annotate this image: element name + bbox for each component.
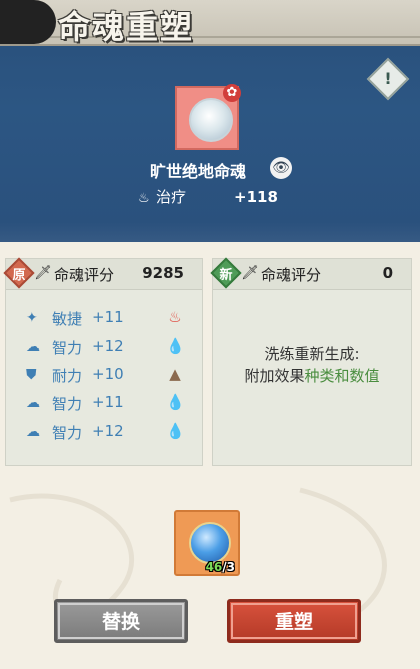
ink-blob-decoration	[0, 0, 56, 44]
stat-row: ⛊ 耐力 +10 ▲	[26, 364, 196, 388]
new-badge: 新	[210, 257, 242, 289]
eye-icon[interactable]: 👁	[270, 157, 292, 179]
heal-icon: ♨	[138, 191, 150, 206]
intellect-icon: ☁	[26, 339, 40, 355]
material-count: 46/3	[205, 560, 235, 574]
page-title: 命魂重塑	[58, 8, 195, 46]
new-panel: 新 🗡 命魂评分 0 洗练重新生成: 附加效果种类和数值	[210, 257, 412, 466]
flower-badge-icon: ✿	[223, 84, 241, 102]
stat-row: ☁ 智力 +12 💧	[26, 422, 185, 442]
stat-row: ✦ 敏捷 +11 ♨	[26, 307, 196, 331]
sword-icon: 🗡	[241, 265, 259, 281]
item-card[interactable]: ✿	[175, 84, 241, 150]
sword-icon: 🗡	[34, 265, 52, 281]
reforge-button[interactable]: 重塑	[227, 599, 361, 643]
item-name: 旷世绝地命魂	[149, 162, 246, 181]
soul-orb-icon	[189, 98, 233, 142]
intellect-icon: ☁	[26, 395, 40, 411]
original-badge: 原	[3, 257, 35, 289]
replace-button[interactable]: 替换	[54, 599, 188, 643]
water-icon: 💧	[166, 337, 185, 355]
blue-orb-icon	[189, 522, 231, 564]
swirl-line	[299, 487, 387, 612]
water-icon: 💧	[166, 393, 185, 411]
original-score: 9285	[142, 264, 184, 282]
info-icon: !	[384, 69, 392, 88]
item-attribute: ♨ 治疗 +118	[138, 186, 278, 207]
original-panel: 原 🗡 命魂评分 9285 ✦ 敏捷 +11 ♨ ☁ 智力 +12 💧 ⛊ 耐力…	[3, 257, 203, 466]
new-score-label: 命魂评分	[261, 266, 322, 284]
water-icon: 💧	[166, 422, 185, 440]
reforge-material[interactable]: 46/3	[174, 510, 240, 576]
stat-row: ☁ 智力 +12 💧	[26, 337, 185, 357]
attribute-value: +118	[234, 188, 278, 206]
intellect-icon: ☁	[26, 424, 40, 440]
stat-row: ☁ 智力 +11 💧	[26, 393, 185, 413]
original-score-label: 命魂评分	[54, 266, 115, 284]
stamina-icon: ⛊	[26, 367, 37, 383]
new-score: 0	[382, 264, 393, 282]
swirl-line	[9, 493, 135, 618]
agility-icon: ✦	[26, 310, 38, 326]
fire-icon: ♨	[168, 308, 182, 326]
original-header: 原 🗡 命魂评分 9285	[3, 257, 202, 290]
reroll-hint: 洗练重新生成: 附加效果种类和数值	[244, 345, 380, 385]
attribute-label: 治疗	[156, 188, 187, 206]
new-header: 新 🗡 命魂评分 0	[210, 257, 411, 290]
earth-icon: ▲	[169, 365, 181, 383]
